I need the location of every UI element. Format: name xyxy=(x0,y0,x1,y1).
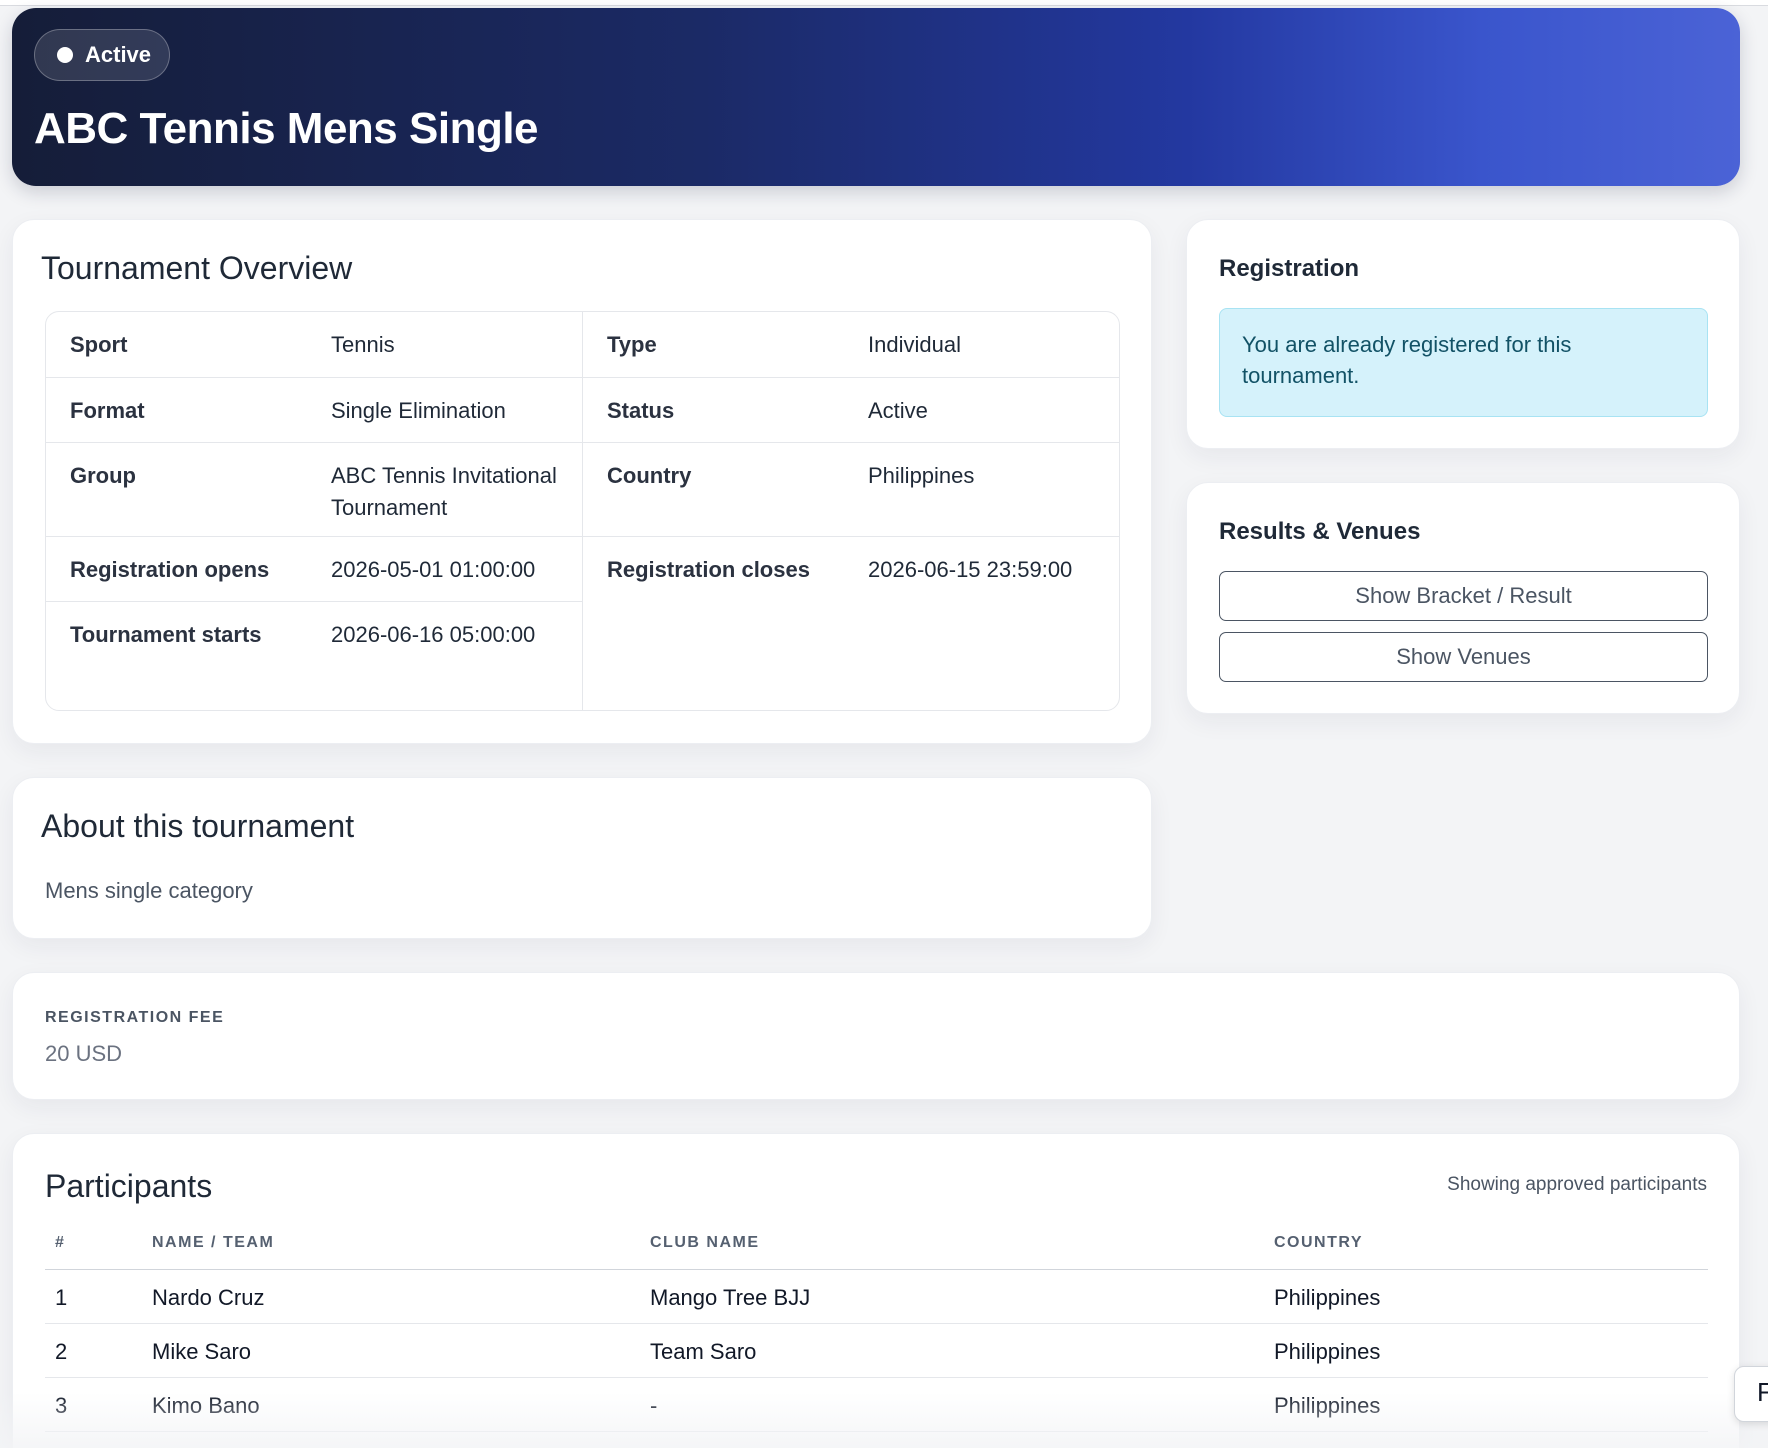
table-row: 2 Mike Saro Team Saro Philippines xyxy=(45,1324,1708,1378)
column-name-team: NAME / TEAM xyxy=(152,1234,275,1251)
show-bracket-button[interactable]: Show Bracket / Result xyxy=(1219,571,1708,621)
participant-country: Philippines xyxy=(1274,1285,1381,1310)
registration-alert: You are already registered for this tour… xyxy=(1219,308,1708,417)
registration-opens-label: Registration opens xyxy=(70,557,270,582)
format-value: Single Elimination xyxy=(331,398,506,423)
registration-heading: Registration xyxy=(1219,255,1360,282)
about-card: About this tournament Mens single catego… xyxy=(12,777,1152,939)
sport-label: Sport xyxy=(70,332,128,357)
overview-row-type: Type Individual xyxy=(583,312,1119,378)
browser-top-edge xyxy=(0,0,1768,6)
sport-value: Tennis xyxy=(331,332,395,357)
overview-row-tournament-starts: Tournament starts 2026-06-16 05:00:00 xyxy=(46,602,583,668)
column-number: # xyxy=(55,1234,66,1251)
overview-heading: Tournament Overview xyxy=(41,250,353,286)
group-label: Group xyxy=(70,463,136,488)
participant-club: Mango Tree BJJ xyxy=(650,1285,811,1310)
row-number: 1 xyxy=(55,1285,68,1310)
tournament-starts-label: Tournament starts xyxy=(70,622,262,647)
registration-opens-value: 2026-05-01 01:00:00 xyxy=(331,557,536,582)
format-label: Format xyxy=(70,398,145,423)
status-dot-icon xyxy=(57,47,73,63)
participants-card: Participants Showing approved participan… xyxy=(12,1133,1740,1448)
overview-grid: Sport Tennis Format Single Elimination G… xyxy=(45,311,1120,711)
results-venues-card: Results & Venues Show Bracket / Result S… xyxy=(1186,482,1740,714)
status-label: Status xyxy=(607,398,675,423)
overview-right-column: Type Individual Status Active Country Ph… xyxy=(583,312,1119,710)
participant-name: Mike Saro xyxy=(152,1339,252,1364)
registration-fee-card: REGISTRATION FEE 20 USD xyxy=(12,972,1740,1100)
participants-heading: Participants xyxy=(45,1168,213,1204)
overview-row-group: Group ABC Tennis Invitational Tournament xyxy=(46,443,583,537)
participant-club: Team Saro xyxy=(650,1339,757,1364)
results-heading: Results & Venues xyxy=(1219,518,1421,545)
table-row: 3 Kimo Bano - Philippines xyxy=(45,1378,1708,1432)
participant-country: Philippines xyxy=(1274,1393,1381,1418)
overview-left-column: Sport Tennis Format Single Elimination G… xyxy=(46,312,583,710)
overview-row-registration-closes: Registration closes 2026-06-15 23:59:00 xyxy=(583,537,1119,668)
type-value: Individual xyxy=(868,332,961,357)
type-label: Type xyxy=(607,332,657,357)
registration-card: Registration You are already registered … xyxy=(1186,219,1740,449)
status-value: Active xyxy=(868,398,928,423)
floating-edge-tab[interactable]: F xyxy=(1734,1366,1768,1422)
status-badge-label: Active xyxy=(85,42,152,67)
country-label: Country xyxy=(607,463,692,488)
tournament-starts-value: 2026-06-16 05:00:00 xyxy=(331,622,536,647)
about-heading: About this tournament xyxy=(41,808,355,844)
participant-club: - xyxy=(650,1393,658,1418)
row-number: 3 xyxy=(55,1393,68,1418)
participants-note: Showing approved participants xyxy=(1447,1174,1707,1195)
table-row: 1 Nardo Cruz Mango Tree BJJ Philippines xyxy=(45,1270,1708,1324)
overview-row-sport: Sport Tennis xyxy=(46,312,583,378)
about-description: Mens single category xyxy=(45,878,253,903)
overview-row-format: Format Single Elimination xyxy=(46,378,583,443)
registration-closes-value: 2026-06-15 23:59:00 xyxy=(868,557,1073,582)
row-number: 2 xyxy=(55,1339,68,1364)
tournament-overview-card: Tournament Overview Sport Tennis Format … xyxy=(12,219,1152,744)
column-country: COUNTRY xyxy=(1274,1234,1364,1251)
registration-fee-value: 20 USD xyxy=(45,1041,123,1066)
overview-row-registration-opens: Registration opens 2026-05-01 01:00:00 xyxy=(46,537,583,602)
page-title: ABC Tennis Mens Single xyxy=(34,104,539,153)
column-club-name: CLUB NAME xyxy=(650,1234,760,1251)
country-value: Philippines xyxy=(868,463,975,488)
overview-row-status: Status Active xyxy=(583,378,1119,443)
show-venues-button[interactable]: Show Venues xyxy=(1219,632,1708,682)
participant-name: Kimo Bano xyxy=(152,1393,260,1418)
participants-table: # NAME / TEAM CLUB NAME COUNTRY 1 Nardo … xyxy=(45,1224,1708,1432)
participant-country: Philippines xyxy=(1274,1339,1381,1364)
table-header: # NAME / TEAM CLUB NAME COUNTRY xyxy=(45,1224,1708,1270)
registration-fee-label: REGISTRATION FEE xyxy=(45,1009,225,1026)
tournament-header: Active ABC Tennis Mens Single xyxy=(12,8,1740,186)
participant-name: Nardo Cruz xyxy=(152,1285,265,1310)
overview-row-country: Country Philippines xyxy=(583,443,1119,537)
group-value: ABC Tennis Invitational Tournament xyxy=(331,463,557,520)
status-badge: Active xyxy=(34,29,170,81)
registration-closes-label: Registration closes xyxy=(607,557,810,582)
